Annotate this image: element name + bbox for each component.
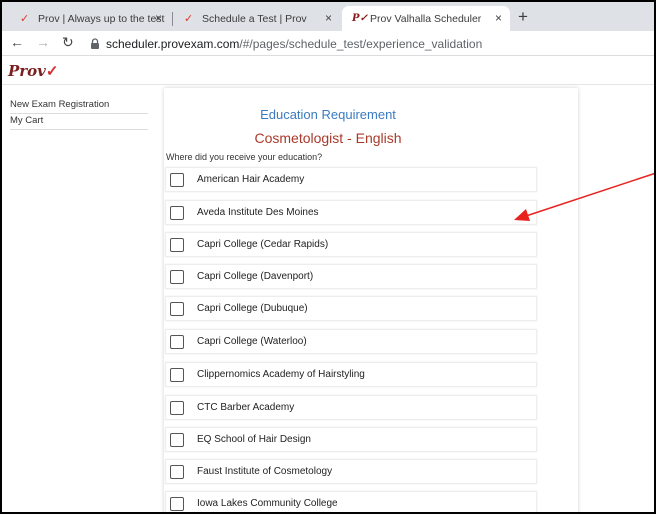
option-label: EQ School of Hair Design [197, 434, 311, 445]
option-label: Clippernomics Academy of Hairstyling [197, 369, 365, 380]
option-label: CTC Barber Academy [197, 402, 295, 413]
option-ctc-barber-academy[interactable]: CTC Barber Academy [165, 395, 537, 420]
option-label: Capri College (Waterloo) [197, 336, 307, 347]
option-label: Faust Institute of Cosmetology [197, 466, 333, 477]
tab-strip: ✓ Prov | Always up to the test × ✓ Sched… [2, 2, 654, 31]
checkbox[interactable] [170, 269, 184, 284]
tab-schedule-test[interactable]: ✓ Schedule a Test | Prov × [174, 6, 340, 31]
url-host: scheduler.provexam.com [106, 37, 240, 51]
checkbox[interactable] [170, 432, 184, 447]
close-tab-icon[interactable]: × [155, 11, 162, 25]
checkbox[interactable] [170, 172, 184, 187]
option-iowa-lakes-community-college[interactable]: Iowa Lakes Community College [165, 491, 537, 512]
close-tab-icon[interactable]: × [495, 11, 502, 25]
prov-check-icon: ✓ [184, 13, 194, 25]
browser-window: ✓ Prov | Always up to the test × ✓ Sched… [0, 0, 656, 514]
option-label: Capri College (Davenport) [197, 271, 314, 282]
checkbox[interactable] [170, 301, 184, 316]
prov-logo-icon: P✓ [352, 13, 368, 24]
checkbox[interactable] [170, 237, 184, 252]
checkbox[interactable] [170, 367, 184, 382]
tab-title: Prov | Always up to the test [38, 12, 165, 25]
tab-valhalla-scheduler[interactable]: P✓ Prov Valhalla Scheduler × [342, 6, 510, 31]
exam-subtitle: Cosmetologist - English [254, 130, 402, 146]
option-eq-school-of-hair-design[interactable]: EQ School of Hair Design [165, 427, 537, 452]
tab-divider [172, 12, 173, 26]
checkbox[interactable] [170, 400, 184, 415]
prov-check-icon: ✓ [20, 13, 30, 25]
browser-toolbar: ← → ↻ scheduler.provexam.com/#/pages/sch… [2, 31, 654, 56]
new-tab-button[interactable]: + [518, 7, 528, 27]
forward-arrow-icon[interactable]: → [36, 34, 50, 50]
option-label: Iowa Lakes Community College [197, 498, 338, 509]
checkbox[interactable] [170, 464, 184, 479]
prov-logo[interactable]: Prov✓ [8, 62, 58, 80]
header-divider [2, 84, 654, 85]
url-path: /#/pages/schedule_test/experience_valida… [239, 37, 483, 51]
checkbox[interactable] [170, 334, 184, 349]
option-label: American Hair Academy [197, 174, 305, 185]
option-label: Aveda Institute Des Moines [197, 207, 319, 218]
option-capri-college-cedar-rapids[interactable]: Capri College (Cedar Rapids) [165, 232, 537, 257]
page-title: Education Requirement [260, 107, 396, 122]
option-label: Capri College (Dubuque) [197, 303, 308, 314]
logo-check-icon: ✓ [45, 62, 59, 80]
logo-text: Prov [8, 62, 46, 80]
close-tab-icon[interactable]: × [325, 11, 332, 25]
option-faust-institute[interactable]: Faust Institute of Cosmetology [165, 459, 537, 484]
option-capri-college-davenport[interactable]: Capri College (Davenport) [165, 264, 537, 289]
education-question: Where did you receive your education? [166, 152, 323, 162]
option-aveda-institute-des-moines[interactable]: Aveda Institute Des Moines [165, 200, 537, 225]
tab-title: Prov Valhalla Scheduler [370, 12, 482, 25]
tab-prov-home[interactable]: ✓ Prov | Always up to the test × [10, 6, 170, 31]
back-arrow-icon[interactable]: ← [10, 34, 24, 50]
checkbox[interactable] [170, 205, 184, 220]
address-bar[interactable]: scheduler.provexam.com/#/pages/schedule_… [106, 37, 482, 51]
option-american-hair-academy[interactable]: American Hair Academy [165, 167, 537, 192]
option-clippernomics-academy[interactable]: Clippernomics Academy of Hairstyling [165, 362, 537, 387]
option-capri-college-waterloo[interactable]: Capri College (Waterloo) [165, 329, 537, 354]
lock-icon [91, 38, 99, 49]
checkbox[interactable] [170, 496, 184, 511]
tab-title: Schedule a Test | Prov [202, 12, 307, 25]
option-label: Capri College (Cedar Rapids) [197, 239, 329, 250]
option-capri-college-dubuque[interactable]: Capri College (Dubuque) [165, 296, 537, 321]
reload-icon[interactable]: ↻ [62, 34, 74, 51]
